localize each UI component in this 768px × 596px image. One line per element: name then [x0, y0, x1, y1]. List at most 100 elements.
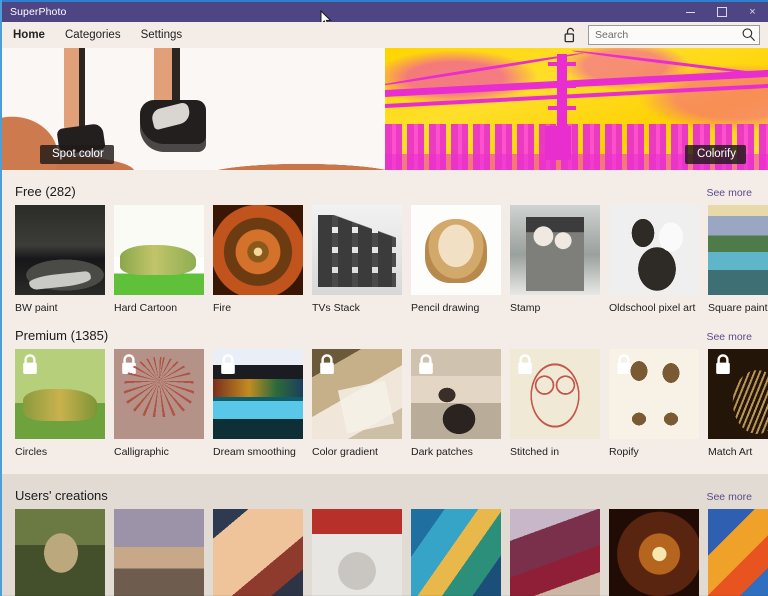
effect-label: Stitched in [510, 446, 560, 458]
effect-label: Oldschool pixel art [609, 302, 696, 314]
padlock-icon [617, 354, 631, 374]
banner-colorify[interactable]: Colorify [385, 48, 768, 170]
effect-thumbnail [708, 205, 768, 295]
user-creation-thumbnail [312, 509, 402, 596]
effect-label: Fire [213, 302, 232, 314]
app-title: SuperPhoto [10, 6, 67, 18]
section-header-premium: Premium (1385) See more [2, 314, 768, 349]
navigation-bar: Home Categories Settings [2, 22, 768, 48]
user-creation-tile[interactable] [609, 509, 699, 596]
user-creation-tile[interactable] [411, 509, 501, 596]
banner-label-colorify: Colorify [685, 145, 746, 164]
content-scroll-area[interactable]: Free (282) See more BW paint Hard Cartoo… [2, 170, 768, 596]
user-creation-tile[interactable] [708, 509, 768, 596]
effect-tile[interactable]: Dream smoothing [213, 349, 303, 458]
padlock-icon [23, 354, 37, 374]
effect-thumbnail [708, 349, 768, 439]
user-creation-tile[interactable] [15, 509, 105, 596]
padlock-icon [221, 354, 235, 374]
padlock-icon [419, 354, 433, 374]
banner-label-spot-color: Spot color [40, 145, 114, 164]
user-creation-thumbnail [15, 509, 105, 596]
effect-tile[interactable]: Match Art [708, 349, 768, 458]
search-box [588, 25, 760, 45]
effect-label: Dark patches [411, 446, 473, 458]
effect-tile[interactable]: Oldschool pixel art [609, 205, 699, 314]
effects-row-premium: Circles Calligraphic Dream smoothing Col… [2, 349, 768, 458]
effects-row-users [2, 509, 768, 596]
nav-item-settings[interactable]: Settings [140, 27, 184, 43]
effect-label: Ropify [609, 446, 639, 458]
effect-tile[interactable]: TVs Stack [312, 205, 402, 314]
effect-thumbnail [213, 205, 303, 295]
effect-label: Square paint [708, 302, 768, 314]
user-creation-thumbnail [114, 509, 204, 596]
effect-thumbnail [609, 205, 699, 295]
search-input[interactable] [588, 25, 760, 45]
banner-art-pier [545, 126, 571, 160]
section-header-users: Users' creations See more [2, 474, 768, 509]
effect-label: Match Art [708, 446, 753, 458]
section-title-free: Free (282) [15, 184, 76, 199]
effect-tile[interactable]: Square paint [708, 205, 768, 314]
effect-thumbnail [510, 205, 600, 295]
effect-tile[interactable]: Dark patches [411, 349, 501, 458]
nav-item-categories[interactable]: Categories [64, 27, 122, 43]
minimize-button[interactable] [675, 2, 706, 22]
section-users-creations: Users' creations See more [2, 474, 768, 596]
effect-thumbnail [312, 349, 402, 439]
effect-tile[interactable]: Ropify [609, 349, 699, 458]
nav-right-group [562, 25, 760, 45]
effect-tile[interactable]: Hard Cartoon [114, 205, 204, 314]
close-button[interactable]: × [737, 2, 768, 22]
user-creation-thumbnail [708, 509, 768, 596]
effect-thumbnail [15, 349, 105, 439]
banner-art-leg-back [64, 48, 85, 132]
title-bar: SuperPhoto × [2, 0, 768, 27]
effect-label: Hard Cartoon [114, 302, 178, 314]
effect-label: TVs Stack [312, 302, 360, 314]
window-controls: × [675, 2, 768, 22]
effect-thumbnail [510, 349, 600, 439]
user-creation-thumbnail [609, 509, 699, 596]
effect-label: BW paint [15, 302, 58, 314]
maximize-button[interactable] [706, 2, 737, 22]
section-title-premium: Premium (1385) [15, 328, 109, 343]
section-header-free: Free (282) See more [2, 170, 768, 205]
effect-tile[interactable]: Fire [213, 205, 303, 314]
app-window: SuperPhoto × Home Categories Settings Se… [0, 0, 768, 596]
see-more-users[interactable]: See more [706, 491, 752, 503]
effect-tile[interactable]: BW paint [15, 205, 105, 314]
effect-label: Dream smoothing [213, 446, 296, 458]
user-creation-thumbnail [510, 509, 600, 596]
effect-tile[interactable]: Pencil drawing [411, 205, 501, 314]
banner-art-leg-front [154, 48, 180, 108]
effect-tile[interactable]: Color gradient [312, 349, 402, 458]
user-creation-tile[interactable] [312, 509, 402, 596]
effect-tile[interactable]: Stamp [510, 205, 600, 314]
user-creation-tile[interactable] [213, 509, 303, 596]
section-title-users: Users' creations [15, 488, 108, 503]
effect-thumbnail [312, 205, 402, 295]
see-more-premium[interactable]: See more [706, 331, 752, 343]
user-creation-tile[interactable] [114, 509, 204, 596]
effect-thumbnail [609, 349, 699, 439]
padlock-icon [518, 354, 532, 374]
banner-spot-color[interactable]: Spot color [2, 48, 385, 170]
effect-label: Color gradient [312, 446, 378, 458]
effect-label: Pencil drawing [411, 302, 480, 314]
see-more-free[interactable]: See more [706, 187, 752, 199]
section-free: Free (282) See more BW paint Hard Cartoo… [2, 170, 768, 314]
user-creation-thumbnail [411, 509, 501, 596]
user-creation-thumbnail [213, 509, 303, 596]
effects-row-free: BW paint Hard Cartoon Fire TVs Stack Pen… [2, 205, 768, 314]
nav-item-home[interactable]: Home [12, 27, 46, 43]
effect-tile[interactable]: Calligraphic [114, 349, 204, 458]
effect-tile[interactable]: Stitched in [510, 349, 600, 458]
effect-tile[interactable]: Circles [15, 349, 105, 458]
effect-thumbnail [411, 205, 501, 295]
nav-links: Home Categories Settings [12, 27, 183, 43]
section-premium: Premium (1385) See more Circles Calligra… [2, 314, 768, 458]
user-creation-tile[interactable] [510, 509, 600, 596]
unlock-icon[interactable] [562, 26, 578, 44]
